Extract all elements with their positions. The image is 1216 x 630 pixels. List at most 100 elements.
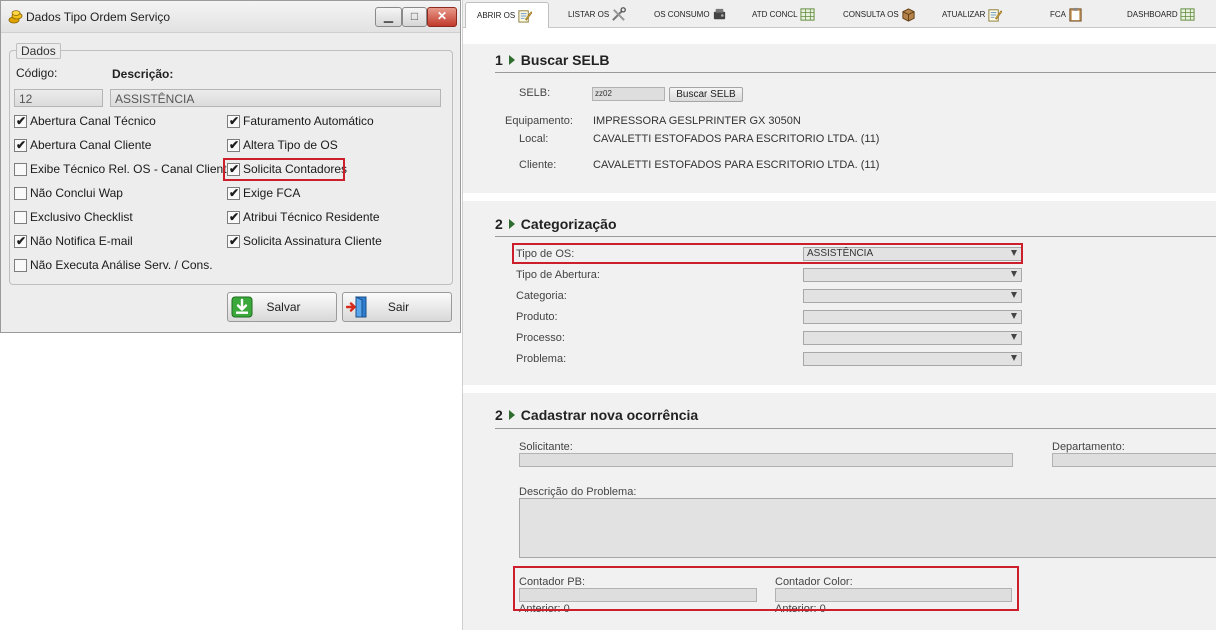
tab-os-consumo[interactable]: OS CONSUMO xyxy=(654,3,727,25)
section-divider xyxy=(495,72,1216,73)
checkbox-label: Atribui Técnico Residente xyxy=(243,210,380,224)
checkbox-unchecked[interactable] xyxy=(14,186,27,200)
checkmark-icon: ✔ xyxy=(229,185,240,200)
tab-label: LISTAR OS xyxy=(568,9,610,19)
tipo-os-dialog: Dados Tipo Ordem Serviço ▁ □ ✕ Dados Cód… xyxy=(0,0,461,333)
checkbox-label: Não Notifica E-mail xyxy=(30,234,133,248)
highlight-contadores xyxy=(513,566,1019,611)
categorizacao-select[interactable] xyxy=(803,331,1022,345)
checkbox-unchecked[interactable] xyxy=(14,210,27,224)
checkbox-row[interactable]: ✔ Atribui Técnico Residente xyxy=(227,209,380,225)
exit-button[interactable]: Sair xyxy=(342,292,452,322)
highlight-tipo-de-os xyxy=(512,243,1023,264)
checkbox-row[interactable]: ✔ Faturamento Automático xyxy=(227,113,374,129)
dropdown-caret-icon xyxy=(1011,271,1017,277)
checkmark-icon: ✔ xyxy=(16,113,27,128)
solicitante-label: Solicitante: xyxy=(519,441,573,453)
checkbox-label: Solicita Assinatura Cliente xyxy=(243,234,382,248)
codigo-label: Código: xyxy=(16,66,58,80)
checkbox-label: Não Conclui Wap xyxy=(30,186,123,200)
checkbox-row[interactable]: ✔ Abertura Canal Técnico xyxy=(14,113,156,129)
section-heading: 2 Categorização xyxy=(495,216,617,232)
local-value: CAVALETTI ESTOFADOS PARA ESCRITORIO LTDA… xyxy=(593,133,880,145)
tab-abrir-os[interactable]: ABRIR OS xyxy=(465,2,550,28)
tab-consulta-os[interactable]: CONSULTA OS xyxy=(843,3,916,25)
section-heading: 1 Buscar SELB xyxy=(495,52,610,68)
dropdown-caret-icon xyxy=(1011,355,1017,361)
checkbox-row[interactable]: ✔ Abertura Canal Cliente xyxy=(14,137,151,153)
checkbox-checked[interactable]: ✔ xyxy=(14,234,27,248)
categorizacao-select[interactable] xyxy=(803,268,1022,282)
tab-atualizar[interactable]: ATUALIZAR xyxy=(942,3,1003,25)
notepad-pencil-icon xyxy=(988,8,1003,22)
categorizacao-select[interactable] xyxy=(803,310,1022,324)
section-number: 1 xyxy=(495,52,503,68)
selb-input[interactable]: zz02 xyxy=(592,87,665,101)
tab-fca[interactable]: FCA xyxy=(1050,3,1083,25)
checkbox-row[interactable]: Não Conclui Wap xyxy=(14,185,123,201)
minimize-button[interactable]: ▁ xyxy=(375,7,402,27)
codigo-field[interactable]: 12 xyxy=(14,89,103,107)
save-button[interactable]: Salvar xyxy=(227,292,337,322)
categorizacao-label: Produto: xyxy=(516,311,558,323)
clipboard-icon xyxy=(1069,7,1082,22)
checkbox-row[interactable]: ✔ Altera Tipo de OS xyxy=(227,137,338,153)
categorizacao-select[interactable] xyxy=(803,289,1022,303)
dados-group-label: Dados xyxy=(16,43,61,59)
checkmark-icon: ✔ xyxy=(229,113,240,128)
box-icon xyxy=(902,7,915,22)
section-heading: 2 Cadastrar nova ocorrência xyxy=(495,407,698,423)
tools-icon xyxy=(612,6,627,21)
dropdown-caret-icon xyxy=(1011,292,1017,298)
checkbox-label: Exclusivo Checklist xyxy=(30,210,133,224)
checkbox-checked[interactable]: ✔ xyxy=(14,113,27,128)
departamento-input[interactable] xyxy=(1052,453,1216,467)
checkbox-checked[interactable]: ✔ xyxy=(14,137,27,152)
checkbox-row[interactable]: ✔ Não Notifica E-mail xyxy=(14,233,133,249)
tab-listar-os[interactable]: LISTAR OS xyxy=(568,3,627,25)
dialog-titlebar[interactable]: Dados Tipo Ordem Serviço ▁ □ ✕ xyxy=(1,1,460,33)
checkbox-row[interactable]: ✔ Exige FCA xyxy=(227,185,300,201)
maximize-button[interactable]: □ xyxy=(402,7,427,27)
tab-atd-concl[interactable]: ATD CONCL xyxy=(752,3,815,25)
exit-button-label: Sair xyxy=(387,300,410,314)
categorizacao-select[interactable] xyxy=(803,352,1022,366)
equipamento-label: Equipamento: xyxy=(505,115,573,127)
descricao-field[interactable]: ASSISTÊNCIA xyxy=(110,89,441,107)
tab-label: ABRIR OS xyxy=(477,11,516,20)
buscar-selb-button[interactable]: Buscar SELB xyxy=(669,87,743,102)
checkbox-row[interactable]: Exibe Técnico Rel. OS - Canal Cliente xyxy=(14,161,233,177)
checkbox-checked[interactable]: ✔ xyxy=(227,113,240,128)
checkbox-checked[interactable]: ✔ xyxy=(227,137,240,152)
section-title: Cadastrar nova ocorrência xyxy=(520,407,699,423)
spreadsheet-icon xyxy=(1180,7,1195,21)
dialog-title: Dados Tipo Ordem Serviço xyxy=(26,10,171,24)
section-number: 2 xyxy=(495,216,503,232)
checkbox-checked[interactable]: ✔ xyxy=(227,234,240,248)
arrow-right-icon xyxy=(508,410,515,421)
section-cadastrar-ocorrencia: 2 Cadastrar nova ocorrência Solicitante: … xyxy=(463,393,1216,630)
solicitante-input[interactable] xyxy=(519,453,1013,467)
checkbox-row[interactable]: ✔ Solicita Assinatura Cliente xyxy=(227,233,382,249)
tab-label: ATUALIZAR xyxy=(942,9,986,19)
checkmark-icon: ✔ xyxy=(229,209,240,224)
checkmark-icon: ✔ xyxy=(229,137,240,152)
descricao-problema-textarea[interactable] xyxy=(519,498,1216,558)
cliente-value: CAVALETTI ESTOFADOS PARA ESCRITORIO LTDA… xyxy=(593,159,880,171)
highlight-solicita-contadores xyxy=(223,158,345,181)
tab-dashboard[interactable]: DASHBOARD xyxy=(1127,3,1195,25)
close-button[interactable]: ✕ xyxy=(427,7,457,27)
checkbox-unchecked[interactable] xyxy=(14,258,27,272)
checkbox-checked[interactable]: ✔ xyxy=(227,185,240,200)
checkbox-label: Exige FCA xyxy=(243,186,301,200)
section-divider xyxy=(495,236,1216,237)
checkbox-unchecked[interactable] xyxy=(14,162,27,176)
section-buscar-selb: 1 Buscar SELB SELB: zz02 Buscar SELB Equi… xyxy=(463,44,1216,193)
tab-content: 1 Buscar SELB SELB: zz02 Buscar SELB Equi… xyxy=(463,28,1216,630)
checkbox-checked[interactable]: ✔ xyxy=(227,209,240,224)
categorizacao-label: Tipo de Abertura: xyxy=(516,269,600,281)
checkbox-row[interactable]: Exclusivo Checklist xyxy=(14,209,133,225)
checkbox-row[interactable]: Não Executa Análise Serv. / Cons. xyxy=(14,257,213,273)
section-title: Categorização xyxy=(520,216,617,232)
checkmark-icon: ✔ xyxy=(16,137,27,152)
